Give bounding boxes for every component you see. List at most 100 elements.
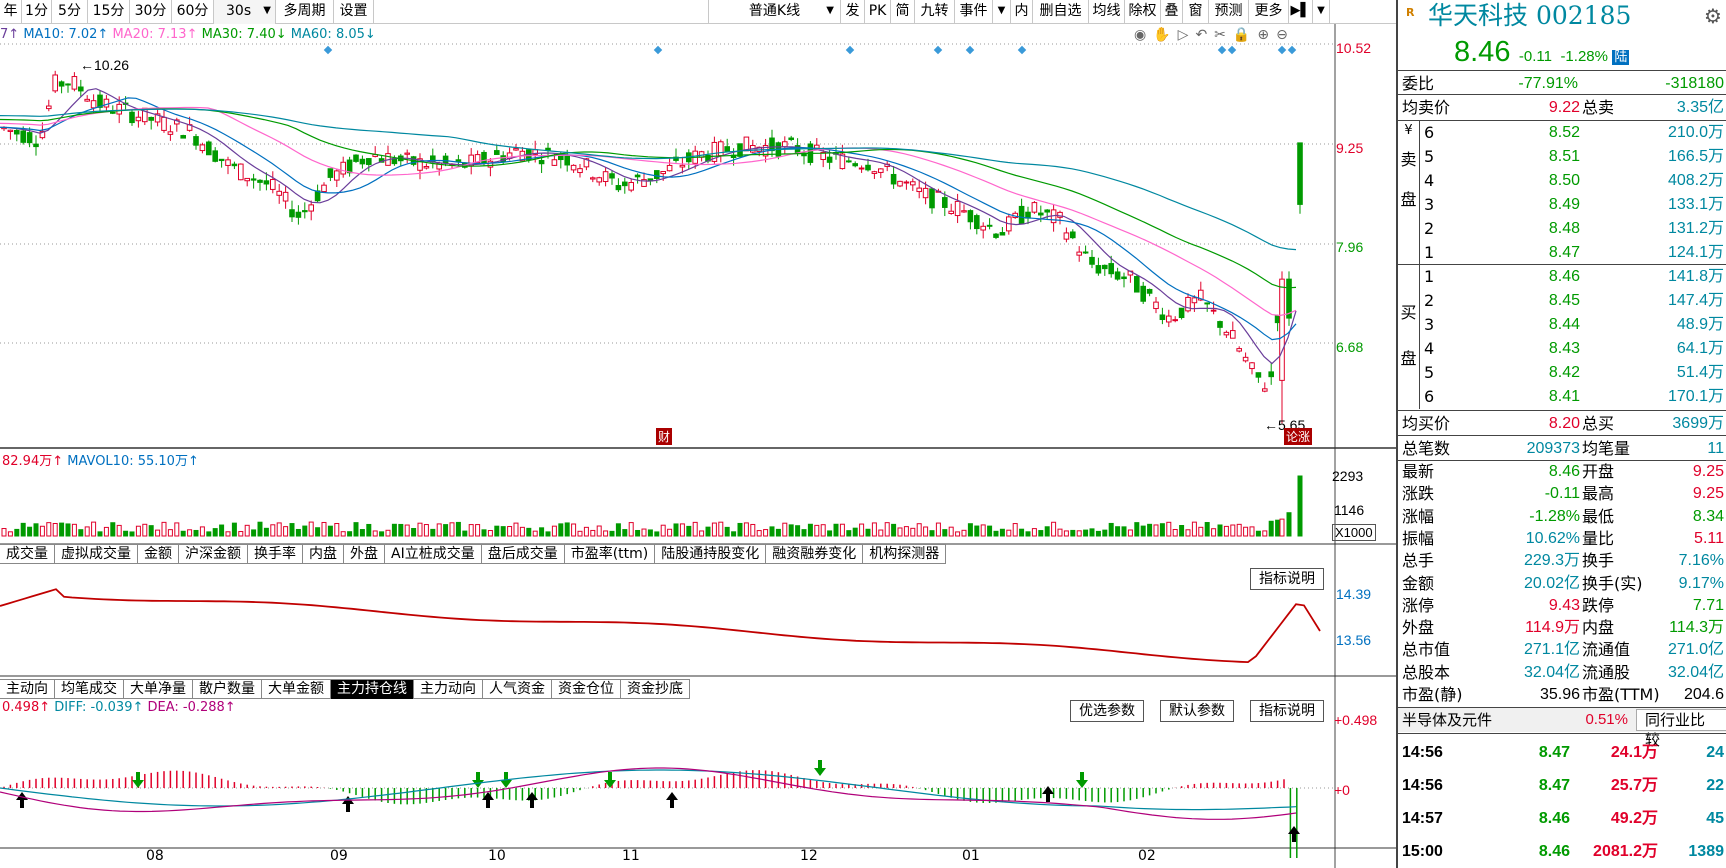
volume-bar (1076, 530, 1082, 537)
candle-body (90, 100, 97, 109)
ask-price[interactable]: 8.47 (1508, 241, 1580, 265)
bid-price[interactable]: 8.42 (1508, 361, 1580, 385)
kline-type-dropdown[interactable]: 普通K线 ▼ (708, 0, 840, 24)
indicator-tab[interactable]: 融资融券变化 (766, 545, 864, 564)
candle-body (570, 164, 577, 171)
candle-body (602, 171, 609, 183)
buy-arrow-icon (1042, 786, 1054, 794)
chevron-down-icon[interactable]: ▼ (1312, 0, 1330, 24)
toolbar-nei-button[interactable]: 内 (1010, 0, 1032, 24)
default-params-button[interactable]: 默认参数 (1160, 700, 1234, 722)
period-5m-button[interactable]: 5分 (52, 0, 88, 24)
indicator-tab[interactable]: 内盘 (303, 545, 344, 564)
remove-watchlist-button[interactable]: 删自选 (1032, 0, 1088, 24)
candle-body (129, 111, 135, 124)
stat-row: 金额 20.02亿 换手(实) 9.17% (1398, 573, 1726, 595)
play-icon[interactable]: ▷ (1178, 27, 1196, 43)
hand-icon[interactable]: ✋ (1153, 27, 1177, 43)
lock-icon[interactable]: 🔒 (1233, 27, 1257, 43)
toolbar-more-button[interactable]: 更多 (1248, 0, 1288, 24)
toolbar-pk-button[interactable]: PK (864, 0, 890, 24)
indicator-tab[interactable]: 市盈率(ttm) (565, 545, 656, 564)
period-60m-button[interactable]: 60分 (172, 0, 214, 24)
indicator-tab[interactable]: 机构探测器 (863, 545, 947, 564)
period-1m-button[interactable]: 1分 (22, 0, 52, 24)
indicator-explain-button[interactable]: 指标说明 (1250, 568, 1324, 590)
volume-bar (116, 524, 122, 537)
toolbar-event-button[interactable]: 事件 (954, 0, 992, 24)
indicator-tab[interactable]: 人气资金 (483, 680, 552, 699)
volume-bar (212, 528, 218, 537)
toolbar-predict-button[interactable]: 预测 (1208, 0, 1248, 24)
indicator-tab[interactable]: 外盘 (344, 545, 385, 564)
toolbar-window-button[interactable]: 窗 (1182, 0, 1208, 24)
bid-price[interactable]: 8.43 (1508, 337, 1580, 361)
period-15m-button[interactable]: 15分 (88, 0, 130, 24)
volume-bar (769, 526, 775, 537)
ask-price[interactable]: 8.49 (1508, 193, 1580, 217)
ask-price[interactable]: 8.48 (1508, 217, 1580, 241)
undo-icon[interactable]: ↶ (1195, 27, 1214, 43)
stat-value: 9.25 (1692, 485, 1724, 503)
zoom-in-icon[interactable]: ⊕ (1257, 27, 1276, 43)
indicator-tab[interactable]: 沪深金额 (179, 545, 248, 564)
indicator-tab[interactable]: 大单净量 (124, 680, 193, 699)
avg-lot-label: 均笔量 (1582, 439, 1631, 458)
optimal-params-button[interactable]: 优选参数 (1070, 700, 1144, 722)
indicator-tab[interactable]: 陆股通持股变化 (655, 545, 767, 564)
indicator-tab[interactable]: 主动向 (0, 680, 55, 699)
indicator-tab[interactable]: 大单金额 (262, 680, 331, 699)
gear-icon[interactable]: ⚙ (1704, 4, 1722, 28)
volume-bar (519, 526, 525, 537)
event-marker[interactable]: 论涨 (1284, 428, 1313, 445)
ask-price[interactable]: 8.50 (1508, 169, 1580, 193)
bid-price[interactable]: 8.46 (1508, 265, 1580, 289)
indicator-tab[interactable]: 主力持仓线 (331, 680, 414, 699)
period-year-button[interactable]: 年 (0, 0, 22, 24)
period-30s-dropdown[interactable]: 30s ▼ (214, 0, 276, 24)
toolbar-jiuzhuan-button[interactable]: 九转 (914, 0, 954, 24)
toolbar-fa-button[interactable]: 发 (840, 0, 864, 24)
macd-explain-button[interactable]: 指标说明 (1250, 700, 1324, 722)
period-30m-button[interactable]: 30分 (130, 0, 172, 24)
candle-body (871, 171, 878, 174)
indicator-tab[interactable]: 盘后成交量 (482, 545, 565, 564)
indicator-tab[interactable]: 金额 (138, 545, 179, 564)
volume-bar (1217, 524, 1223, 537)
toolbar-ma-button[interactable]: 均线 (1088, 0, 1124, 24)
export-icon[interactable]: ▶▌ (1288, 0, 1312, 24)
date-axis-label: 09 (330, 848, 348, 864)
volume-bar (475, 524, 481, 537)
indicator-tab[interactable]: 均笔成交 (55, 680, 124, 699)
indicator-tab[interactable]: AI立桩成交量 (385, 545, 482, 564)
bid-price[interactable]: 8.44 (1508, 313, 1580, 337)
indicator-tab[interactable]: 换手率 (248, 545, 303, 564)
bid-price[interactable]: 8.45 (1508, 289, 1580, 313)
scissors-icon[interactable]: ✂ (1214, 27, 1233, 43)
indicator-tab[interactable]: 主力动向 (414, 680, 483, 699)
indicator-tab[interactable]: 散户数量 (193, 680, 262, 699)
chevron-down-icon[interactable]: ▼ (992, 0, 1010, 24)
indicator-tab[interactable]: 资金抄底 (621, 680, 690, 699)
volume-bar (244, 524, 250, 537)
indicator-tab[interactable]: 成交量 (0, 545, 55, 564)
zoom-out-icon[interactable]: ⊖ (1276, 27, 1295, 43)
industry-name[interactable]: 半导体及元件 (1402, 708, 1492, 732)
toolbar-simple-button[interactable]: 简 (890, 0, 914, 24)
settings-button[interactable]: 设置 (334, 0, 374, 24)
bid-price[interactable]: 8.41 (1508, 385, 1580, 409)
industry-compare-button[interactable]: 同行业比较 (1636, 709, 1726, 749)
financial-report-marker[interactable]: 财 (656, 428, 673, 445)
toolbar-overlay-button[interactable]: 叠 (1160, 0, 1182, 24)
eye-icon[interactable]: ◉ (1134, 27, 1153, 43)
kline-chart-svg[interactable] (0, 24, 1396, 868)
ask-price[interactable]: 8.51 (1508, 145, 1580, 169)
multi-period-button[interactable]: 多周期 (276, 0, 334, 24)
indicator-tab[interactable]: 资金仓位 (552, 680, 621, 699)
toolbar-exright-button[interactable]: 除权 (1124, 0, 1160, 24)
indicator-tab[interactable]: 虚拟成交量 (55, 545, 138, 564)
macd-value: 0.498↑ (2, 700, 51, 715)
quote-panel: R 华天科技 002185 ⚙ 8.46 -0.11 -1.28% 陆 委比 -… (1396, 0, 1726, 868)
ask-price[interactable]: 8.52 (1508, 121, 1580, 145)
candle-body (1191, 297, 1198, 304)
